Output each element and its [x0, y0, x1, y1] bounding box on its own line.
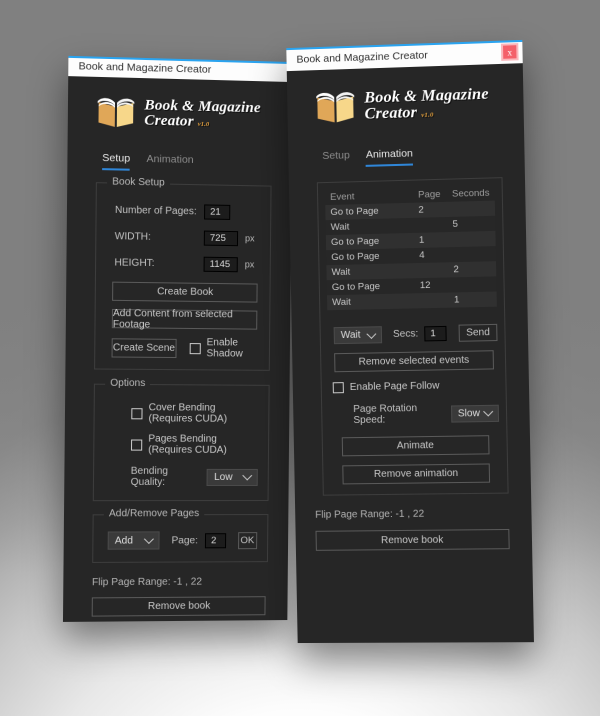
animate-button[interactable]: Animate	[341, 435, 490, 457]
add-remove-action-select[interactable]: Add	[107, 531, 160, 550]
height-input[interactable]: 1145	[203, 256, 238, 272]
cover-bending-label: Cover Bending (Requires CUDA)	[148, 402, 228, 425]
enable-page-follow-checkbox[interactable]: Enable Page Follow	[332, 379, 499, 394]
pages-bending-box[interactable]	[130, 438, 143, 451]
add-remove-legend: Add/Remove Pages	[103, 508, 205, 520]
number-of-pages-input[interactable]: 21	[204, 203, 231, 220]
event-type-value: Wait	[340, 329, 361, 342]
cover-bending-box[interactable]	[131, 407, 143, 419]
chevron-down-icon	[143, 534, 154, 545]
remove-selected-events-button[interactable]: Remove selected events	[334, 350, 494, 373]
close-icon[interactable]: x	[500, 43, 519, 61]
cell-page: 4	[414, 247, 449, 264]
add-remove-pages-group: Add/Remove Pages Add Page: 2 OK	[92, 508, 269, 563]
cell-page: 2	[413, 201, 448, 218]
animation-flip-range-status: Flip Page Range: -1 , 22	[315, 508, 425, 521]
enable-shadow-box[interactable]	[189, 342, 201, 354]
setup-window-surface: Book and Magazine Creator Book & Magazin…	[62, 55, 293, 622]
pages-bending-label: Pages Bending (Requires CUDA)	[148, 433, 227, 456]
events-table[interactable]: Event Page Seconds Go to Page 2 Wait 5 G…	[324, 185, 497, 311]
cell-event: Wait	[326, 293, 416, 311]
logo-line2: Creator	[364, 103, 418, 123]
logo-version: v1.0	[197, 120, 210, 129]
width-unit-label: px	[244, 233, 255, 244]
enable-shadow-label: Enable Shadow	[206, 337, 243, 360]
logo-version: v1.0	[421, 111, 434, 119]
tab-animation[interactable]: Animation	[146, 153, 193, 172]
enable-page-follow-box[interactable]	[332, 382, 344, 394]
cell-seconds: 1	[448, 291, 497, 308]
page-number-input[interactable]: 2	[204, 532, 226, 548]
col-seconds: Seconds	[446, 185, 495, 202]
animation-remove-book-button[interactable]: Remove book	[315, 528, 510, 551]
width-label: WIDTH:	[114, 230, 151, 243]
app-logo: Book & Magazine Creator v1.0	[315, 84, 512, 126]
enable-page-follow-label: Enable Page Follow	[349, 380, 440, 394]
number-of-pages-label: Number of Pages:	[114, 204, 197, 217]
chevron-down-icon	[366, 328, 377, 339]
bending-quality-label: Bending Quality:	[130, 465, 169, 488]
enable-shadow-checkbox[interactable]: Enable Shadow	[189, 337, 257, 360]
book-setup-legend: Book Setup	[107, 176, 170, 189]
book-setup-group: Book Setup Number of Pages: 21 WIDTH: 72…	[94, 176, 272, 371]
height-unit-label: px	[244, 259, 255, 270]
cell-page	[413, 216, 448, 233]
col-page: Page	[412, 186, 448, 203]
cell-seconds: 2	[448, 261, 497, 278]
open-book-icon	[97, 97, 135, 128]
remove-animation-button[interactable]: Remove animation	[342, 463, 491, 485]
tab-setup[interactable]: Setup	[102, 151, 131, 171]
chevron-down-icon	[242, 470, 253, 481]
cell-seconds: 5	[447, 215, 496, 233]
secs-label: Secs:	[392, 328, 419, 341]
cell-seconds	[448, 276, 497, 293]
width-input[interactable]: 725	[203, 230, 239, 246]
animation-events-group: Event Page Seconds Go to Page 2 Wait 5 G…	[316, 177, 509, 496]
height-label: HEIGHT:	[114, 256, 155, 269]
secs-input[interactable]: 1	[424, 325, 447, 342]
add-remove-action-value: Add	[114, 534, 134, 547]
add-content-button[interactable]: Add Content from selected Footage	[111, 307, 258, 330]
tab-setup[interactable]: Setup	[322, 149, 350, 168]
page-rotation-speed-select[interactable]: Slow	[450, 404, 500, 423]
app-logo: Book & Magazine Creator v1.0	[96, 95, 280, 134]
cell-seconds	[447, 230, 496, 248]
cell-page: 1	[413, 232, 448, 249]
ok-button[interactable]: OK	[237, 531, 258, 549]
logo-line2: Creator	[144, 112, 194, 130]
tab-animation[interactable]: Animation	[365, 147, 414, 167]
create-scene-button[interactable]: Create Scene	[111, 337, 177, 358]
bending-quality-value: Low	[214, 471, 233, 483]
animation-window-surface: Book and Magazine Creator x Book & Magaz…	[286, 39, 534, 644]
page-rotation-speed-label: Page Rotation Speed:	[353, 402, 418, 427]
page-label: Page:	[171, 534, 199, 546]
pages-bending-checkbox[interactable]: Pages Bending (Requires CUDA)	[130, 433, 258, 456]
cell-page	[414, 262, 449, 279]
cell-page: 12	[414, 277, 449, 294]
create-book-button[interactable]: Create Book	[112, 281, 258, 303]
cover-bending-checkbox[interactable]: Cover Bending (Requires CUDA)	[131, 402, 258, 425]
send-button[interactable]: Send	[458, 323, 498, 342]
options-group: Options Cover Bending (Requires CUDA) Pa…	[92, 377, 270, 502]
options-legend: Options	[105, 377, 151, 390]
chevron-down-icon	[483, 406, 494, 417]
bending-quality-select[interactable]: Low	[206, 468, 258, 486]
event-type-select[interactable]: Wait	[333, 326, 383, 345]
open-book-icon	[315, 91, 355, 123]
cell-page	[414, 292, 450, 309]
animation-window-title: Book and Magazine Creator	[296, 48, 428, 66]
cell-seconds	[447, 200, 496, 217]
setup-window-title: Book and Magazine Creator	[78, 60, 212, 76]
setup-remove-book-button[interactable]: Remove book	[91, 596, 266, 617]
page-rotation-speed-value: Slow	[457, 407, 480, 419]
table-row[interactable]: Wait 1	[326, 291, 497, 311]
cell-seconds	[447, 246, 496, 263]
setup-flip-range-status: Flip Page Range: -1 , 22	[91, 576, 203, 589]
